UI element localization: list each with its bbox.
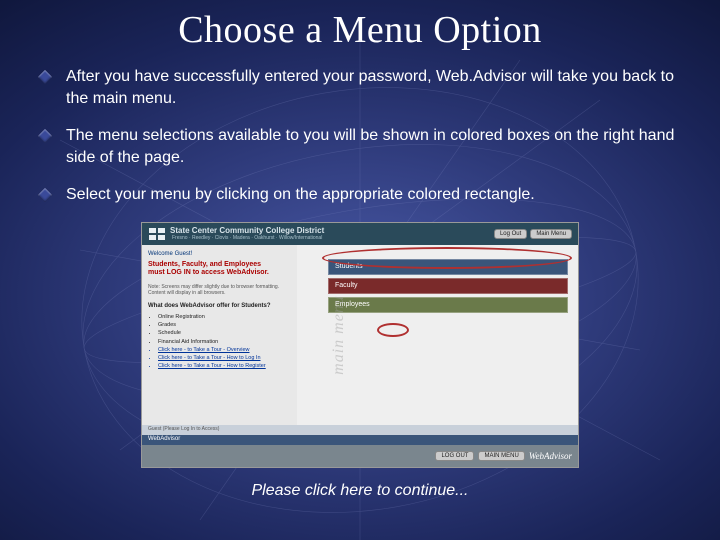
bullet-text: The menu selections available to you wil… xyxy=(66,125,680,168)
annotation-circle-icon xyxy=(322,247,572,269)
slide-title: Choose a Menu Option xyxy=(0,0,720,52)
continue-link[interactable]: Please click here to continue... xyxy=(0,482,720,500)
left-panel: Welcome Guest! Students, Faculty, and Em… xyxy=(142,245,297,425)
list-item-link[interactable]: Click here - to Take a Tour - How to Reg… xyxy=(158,362,291,370)
main-menu-button[interactable]: Main Menu xyxy=(530,229,572,239)
bullet-icon xyxy=(38,129,52,143)
bullet-icon xyxy=(38,188,52,202)
app-header: State Center Community College District … xyxy=(142,223,578,245)
offer-heading: What does WebAdvisor offer for Students? xyxy=(148,303,291,309)
bullet-item: After you have successfully entered your… xyxy=(40,66,680,109)
browser-note: Note: Screens may differ slightly due to… xyxy=(148,284,291,297)
side-label: main menu xyxy=(330,295,348,375)
welcome-text: Welcome Guest! xyxy=(148,251,291,257)
logout-button-bottom[interactable]: LOG OUT xyxy=(435,451,474,461)
bullet-text: Select your menu by clicking on the appr… xyxy=(66,184,680,206)
menu-faculty[interactable]: Faculty xyxy=(328,278,568,294)
bullet-text: After you have successfully entered your… xyxy=(66,66,680,109)
menu-employees[interactable]: Employees xyxy=(328,297,568,313)
bullet-list: After you have successfully entered your… xyxy=(0,52,720,206)
bottom-bar: LOG OUT MAIN MENU WebAdvisor xyxy=(142,445,578,467)
annotation-circle-icon xyxy=(377,323,409,337)
offer-list: Online Registration Grades Schedule Fina… xyxy=(148,313,291,371)
list-item-link[interactable]: Click here - to Take a Tour - Overview xyxy=(158,346,291,354)
bullet-item: The menu selections available to you wil… xyxy=(40,125,680,168)
district-logo-icon xyxy=(148,227,166,241)
list-item: Grades xyxy=(158,321,291,329)
list-item: Online Registration xyxy=(158,313,291,321)
right-panel: main menu Students Faculty Employees xyxy=(297,245,578,425)
bullet-icon xyxy=(38,70,52,84)
webadvisor-logo: WebAdvisor xyxy=(529,451,572,461)
list-item-link[interactable]: Click here - to Take a Tour - How to Log… xyxy=(158,354,291,362)
header-title: State Center Community College District xyxy=(170,226,324,235)
embedded-screenshot: State Center Community College District … xyxy=(141,222,579,468)
footer-strip: Guest (Please Log In to Access) xyxy=(142,425,578,435)
bluebar: WebAdvisor xyxy=(142,435,578,445)
list-item: Schedule xyxy=(158,329,291,337)
login-warning: Students, Faculty, and Employees must LO… xyxy=(148,261,291,278)
logout-button[interactable]: Log Out xyxy=(494,229,527,239)
bullet-item: Select your menu by clicking on the appr… xyxy=(40,184,680,206)
list-item: Financial Aid Information xyxy=(158,338,291,346)
main-menu-button-bottom[interactable]: MAIN MENU xyxy=(478,451,524,461)
header-subtitle: Fresno · Reedley · Clovis · Madera · Oak… xyxy=(172,235,324,241)
